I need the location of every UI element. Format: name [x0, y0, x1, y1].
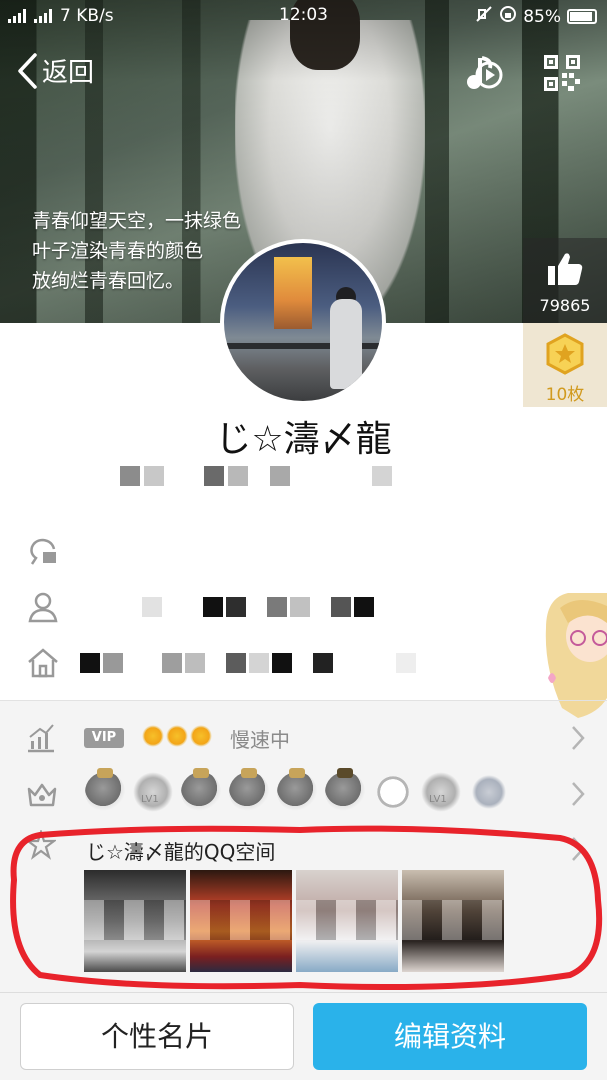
diamond-lv1-badge-icon: LV1	[133, 772, 173, 812]
star-badge-icon	[469, 772, 509, 812]
status-bar: 7 KB/s 12:03 85%	[0, 0, 607, 32]
divider	[0, 700, 607, 701]
battery-icon	[567, 9, 597, 24]
cartoon-girl-sticker[interactable]	[538, 588, 607, 723]
like-count: 79865	[539, 296, 591, 315]
service-badges: LV1 LV1	[85, 768, 509, 812]
chat-bubble-icon	[30, 538, 56, 565]
qzone-photo[interactable]	[84, 870, 186, 972]
star-hexagon-icon	[546, 333, 584, 375]
location-blurred	[80, 653, 416, 673]
lock-rotation-icon	[499, 5, 517, 28]
badge-count: 10枚	[545, 385, 585, 405]
qzone-star-icon	[26, 830, 56, 860]
qzone-photo-strip	[84, 870, 504, 972]
person-icon	[28, 592, 58, 623]
chevron-right-icon	[572, 782, 585, 806]
profile-blurred	[142, 597, 374, 617]
qr-code-icon[interactable]	[544, 55, 580, 91]
sun-icon	[142, 725, 164, 747]
badge-button[interactable]: 10枚	[523, 323, 607, 407]
vip-speed-status: 慢速中	[230, 728, 290, 752]
qq-penguin-badge-icon	[229, 768, 269, 812]
back-button[interactable]: 返回	[16, 52, 94, 89]
info-row-profile	[26, 590, 374, 624]
profile-card-button[interactable]: 个性名片	[20, 1003, 294, 1070]
avatar[interactable]	[220, 239, 386, 405]
info-row-sign	[26, 536, 60, 570]
signature-blurred	[120, 466, 392, 486]
vip-tag: VIP	[84, 728, 124, 748]
clock: 12:03	[279, 5, 328, 25]
cloud-v-badge-icon	[373, 772, 413, 812]
cover-caption: 青春仰望天空，一抹绿色 叶子渲染青春的颜色 放绚烂青春回忆。	[32, 210, 242, 292]
growth-chart-icon	[28, 724, 54, 753]
qzone-photo[interactable]	[296, 870, 398, 972]
chevron-right-icon	[572, 837, 585, 861]
nickname: じ☆濤〆龍	[215, 419, 392, 460]
mute-icon	[475, 5, 493, 28]
battery-text: 85%	[523, 6, 561, 27]
qzone-title: じ☆濤〆龍的QQ空间	[86, 840, 276, 864]
home-icon	[28, 648, 58, 678]
edit-profile-button[interactable]: 编辑资料	[313, 1003, 587, 1070]
crown-icon	[27, 783, 57, 807]
qq-penguin-badge-icon	[277, 768, 317, 812]
music-icon[interactable]	[462, 54, 504, 92]
sun-icon	[190, 725, 212, 747]
qzone-photo[interactable]	[402, 870, 504, 972]
sun-icon	[166, 725, 188, 747]
signal-icon	[8, 9, 28, 23]
chevron-left-icon	[18, 52, 37, 89]
vip-level-suns	[142, 725, 212, 747]
qq-penguin-crown-badge-icon	[325, 768, 365, 812]
qq-penguin-badge-icon	[181, 768, 221, 812]
thumbs-up-icon	[548, 253, 583, 285]
info-row-location	[26, 646, 416, 680]
qq-penguin-badge-icon	[85, 768, 125, 812]
net-speed: 7 KB/s	[60, 6, 114, 26]
signal-4g-icon	[34, 9, 54, 23]
diamond-lv1-badge-icon: LV1	[421, 772, 461, 812]
chevron-right-icon	[572, 726, 585, 750]
back-label: 返回	[42, 58, 95, 88]
qzone-photo[interactable]	[190, 870, 292, 972]
like-button[interactable]: 79865	[523, 238, 607, 323]
